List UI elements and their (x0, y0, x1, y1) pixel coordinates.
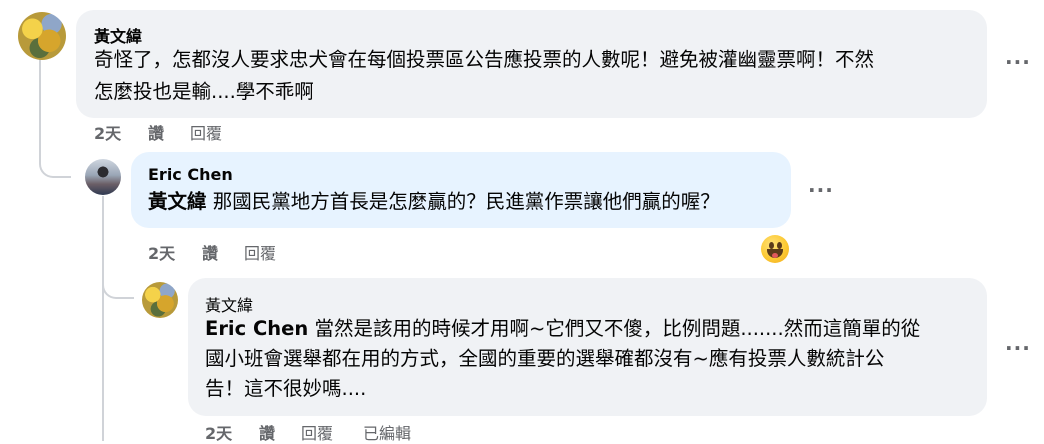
comment-text-line: 怎麼投也是輸....學不乖啊 (94, 80, 314, 103)
thread-line-main (39, 58, 41, 158)
reply-button[interactable]: 回覆 (244, 240, 276, 264)
comment-time[interactable]: 2天 (94, 120, 121, 144)
avatar[interactable] (142, 282, 178, 318)
like-button[interactable]: 讚 (148, 120, 164, 144)
thread-line-curve-2 (102, 277, 134, 299)
comment-time[interactable]: 2天 (205, 420, 232, 444)
comment-time[interactable]: 2天 (148, 240, 175, 264)
mention-link[interactable]: 黃文緯 (148, 190, 207, 213)
thread-line-reply (102, 196, 104, 441)
more-options-icon[interactable]: ··· (808, 178, 834, 202)
comment-text-line: 國小班會選舉都在用的方式，全國的重要的選舉確都沒有~應有投票人數統計公 (205, 347, 885, 370)
reply-button[interactable]: 回覆 (301, 420, 333, 444)
comment-text: 那國民黨地方首長是怎麼贏的？民進黨作票讓他們贏的喔？ (206, 190, 720, 213)
reply-button[interactable]: 回覆 (190, 120, 222, 144)
like-button[interactable]: 讚 (259, 420, 275, 444)
avatar[interactable] (85, 159, 121, 195)
more-options-icon[interactable]: ··· (1005, 50, 1031, 74)
comment-text-line: 黃文緯 那國民黨地方首長是怎麼贏的？民進黨作票讓他們贏的喔？ (148, 186, 720, 218)
comment-text-line: Eric Chen 當然是該用的時候才用啊~它們又不傻，比例問題.......然… (205, 313, 920, 345)
mention-link[interactable]: Eric Chen (205, 317, 308, 340)
edited-label[interactable]: 已編輯 (363, 420, 411, 444)
more-options-icon[interactable]: ··· (1005, 336, 1031, 360)
thread-line-curve-1 (39, 156, 71, 178)
comment-text-line: 告！這不很妙嗎.... (205, 377, 367, 400)
comment-text: 當然是該用的時候才用啊~它們又不傻，比例問題.......然而這簡單的從 (308, 317, 921, 340)
reaction-emoji-icon[interactable] (761, 235, 789, 263)
avatar[interactable] (18, 12, 66, 60)
like-button[interactable]: 讚 (202, 240, 218, 264)
comment-author[interactable]: Eric Chen (148, 165, 233, 184)
comment-text-line: 奇怪了，怎都沒人要求忠犬會在每個投票區公告應投票的人數呢！避免被灌幽靈票啊！不然 (94, 48, 875, 71)
